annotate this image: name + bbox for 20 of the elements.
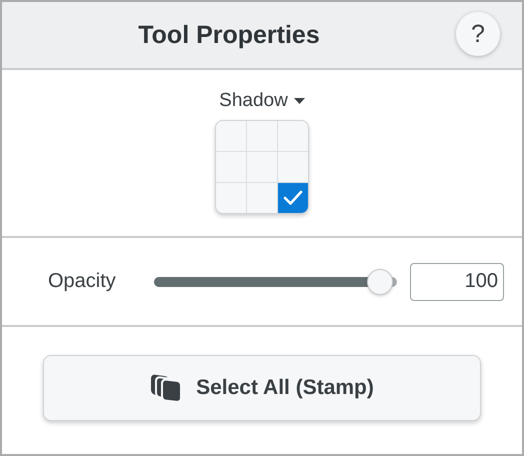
panel-title: Tool Properties [138,20,320,50]
shadow-position-cell[interactable] [216,183,246,213]
caret-icon [294,98,305,104]
shadow-position-cell[interactable] [247,121,277,151]
shadow-position-cell[interactable] [278,183,308,213]
help-button[interactable]: ? [456,12,500,56]
shadow-position-cell[interactable] [278,152,308,182]
opacity-input[interactable]: 100 [410,262,504,300]
select-all-button[interactable]: Select All (Stamp) [43,355,481,421]
opacity-slider[interactable] [154,268,397,294]
shadow-position-cell[interactable] [216,121,246,151]
stack-icon [150,372,182,404]
shadow-dropdown[interactable]: Shadow [219,90,305,112]
shadow-position-cell[interactable] [278,121,308,151]
opacity-label: Opacity [48,270,117,293]
shadow-position-cell[interactable] [247,152,277,182]
shadow-position-cell[interactable] [247,183,277,213]
shadow-position-cell[interactable] [216,152,246,182]
checkmark-icon [283,190,303,206]
slider-thumb[interactable] [366,268,393,294]
